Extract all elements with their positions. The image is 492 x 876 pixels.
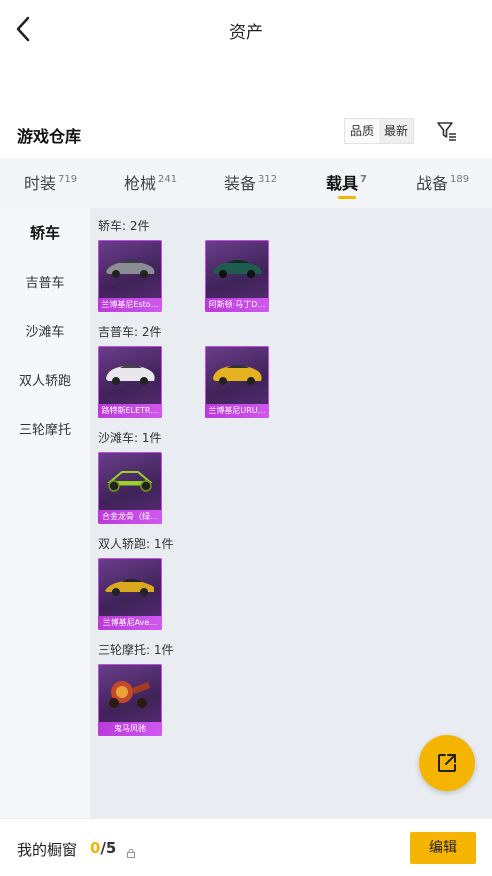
edit-button[interactable]: 编辑 [410, 832, 476, 864]
filter-icon[interactable] [436, 120, 458, 142]
tab-count: 241 [158, 174, 178, 185]
warehouse-header: 游戏仓库 品质 最新 [0, 118, 492, 158]
active-tab-indicator [338, 196, 356, 199]
vehicle-name: 兰博基尼Esto… [101, 300, 159, 309]
vehicle-name: 鬼马风驰 [114, 724, 146, 733]
sort-newest-button[interactable]: 最新 [379, 119, 414, 143]
vehicle-card[interactable]: 兰博基尼Esto… [98, 240, 162, 312]
sidebar-item-coupe[interactable]: 双人轿跑 [0, 355, 90, 404]
section-title-trike: 三轮摩托: 1件 [98, 643, 174, 657]
showcase-label: 我的橱窗 [17, 841, 78, 859]
tab-label: 时装 [24, 174, 57, 193]
vehicle-list: 轿车: 2件 兰博基尼Esto… 阿斯顿·马丁D… 吉普车: 2件 路特斯ELE… [90, 208, 492, 818]
suv-car-icon [213, 365, 262, 385]
section-title-sedan: 轿车: 2件 [98, 219, 150, 233]
sidebar-item-buggy[interactable]: 沙滩车 [0, 306, 90, 355]
section-title-jeep: 吉普车: 2件 [98, 325, 162, 339]
coupe-car-icon [105, 579, 154, 596]
vehicle-card[interactable]: 阿斯顿·马丁D… [205, 240, 269, 312]
vehicle-card[interactable]: 合金龙骨（绿… [98, 452, 162, 524]
vehicle-type-sidebar: 轿车 吉普车 沙滩车 双人轿跑 三轮摩托 [0, 208, 90, 818]
tab-label: 枪械 [124, 174, 157, 193]
tab-equipment[interactable]: 装备 312 [224, 170, 277, 194]
sidebar-item-jeep[interactable]: 吉普车 [0, 257, 90, 306]
showcase-count: 0/5 [90, 839, 116, 857]
page-title: 资产 [229, 23, 263, 43]
showcase-current: 0 [90, 839, 101, 857]
section-title-coupe: 双人轿跑: 1件 [98, 537, 174, 551]
vehicle-card[interactable]: 兰博基尼Ave… [98, 558, 162, 630]
top-bar: 资产 [0, 0, 492, 58]
suv-car-icon [106, 365, 155, 385]
vehicle-card[interactable]: 兰博基尼URU… [205, 346, 269, 418]
tab-vehicles[interactable]: 载具 7 [326, 170, 367, 199]
vehicle-card[interactable]: 路特斯ELETR… [98, 346, 162, 418]
sedan-car-icon [106, 260, 155, 278]
tab-count: 189 [450, 174, 470, 185]
sidebar-item-trike[interactable]: 三轮摩托 [0, 404, 90, 453]
sort-toggle: 品质 最新 [344, 118, 415, 144]
sort-quality-button[interactable]: 品质 [345, 119, 379, 143]
vehicle-name: 兰博基尼URU… [208, 406, 266, 415]
tab-supplies[interactable]: 战备 189 [416, 170, 469, 194]
share-external-icon [438, 754, 456, 772]
category-tabs: 时装 719 枪械 241 装备 312 载具 7 战备 189 [0, 158, 492, 208]
tab-weapons[interactable]: 枪械 241 [124, 170, 177, 194]
trike-icon [109, 681, 150, 708]
share-button[interactable] [419, 735, 475, 791]
tab-label: 战备 [416, 174, 449, 193]
showcase-total: /5 [100, 839, 117, 857]
tab-label: 装备 [224, 174, 257, 193]
vehicle-name: 兰博基尼Ave… [102, 618, 158, 627]
tab-count: 312 [258, 174, 278, 185]
tab-count: 7 [360, 174, 367, 185]
buggy-icon [107, 471, 153, 492]
section-title-buggy: 沙滩车: 1件 [98, 431, 162, 445]
vehicle-card[interactable]: 鬼马风驰 [98, 664, 162, 736]
tab-fashion[interactable]: 时装 719 [24, 170, 77, 194]
app: 资产 游戏仓库 品质 最新 时装719 枪械241 装备312 载具7 [0, 0, 492, 876]
warehouse-title: 游戏仓库 [17, 127, 82, 146]
showcase-bar: 我的橱窗 0/5 编辑 [0, 818, 492, 876]
vehicle-name: 合金龙骨（绿… [102, 512, 158, 521]
lock-icon [127, 843, 135, 858]
sedan-car-icon [213, 260, 262, 278]
tab-count: 719 [58, 174, 78, 185]
tab-label: 载具 [326, 174, 359, 193]
vehicle-name: 路特斯ELETR… [101, 406, 159, 415]
sidebar-item-sedan[interactable]: 轿车 [0, 208, 90, 257]
vehicle-name: 阿斯顿·马丁D… [208, 300, 266, 309]
